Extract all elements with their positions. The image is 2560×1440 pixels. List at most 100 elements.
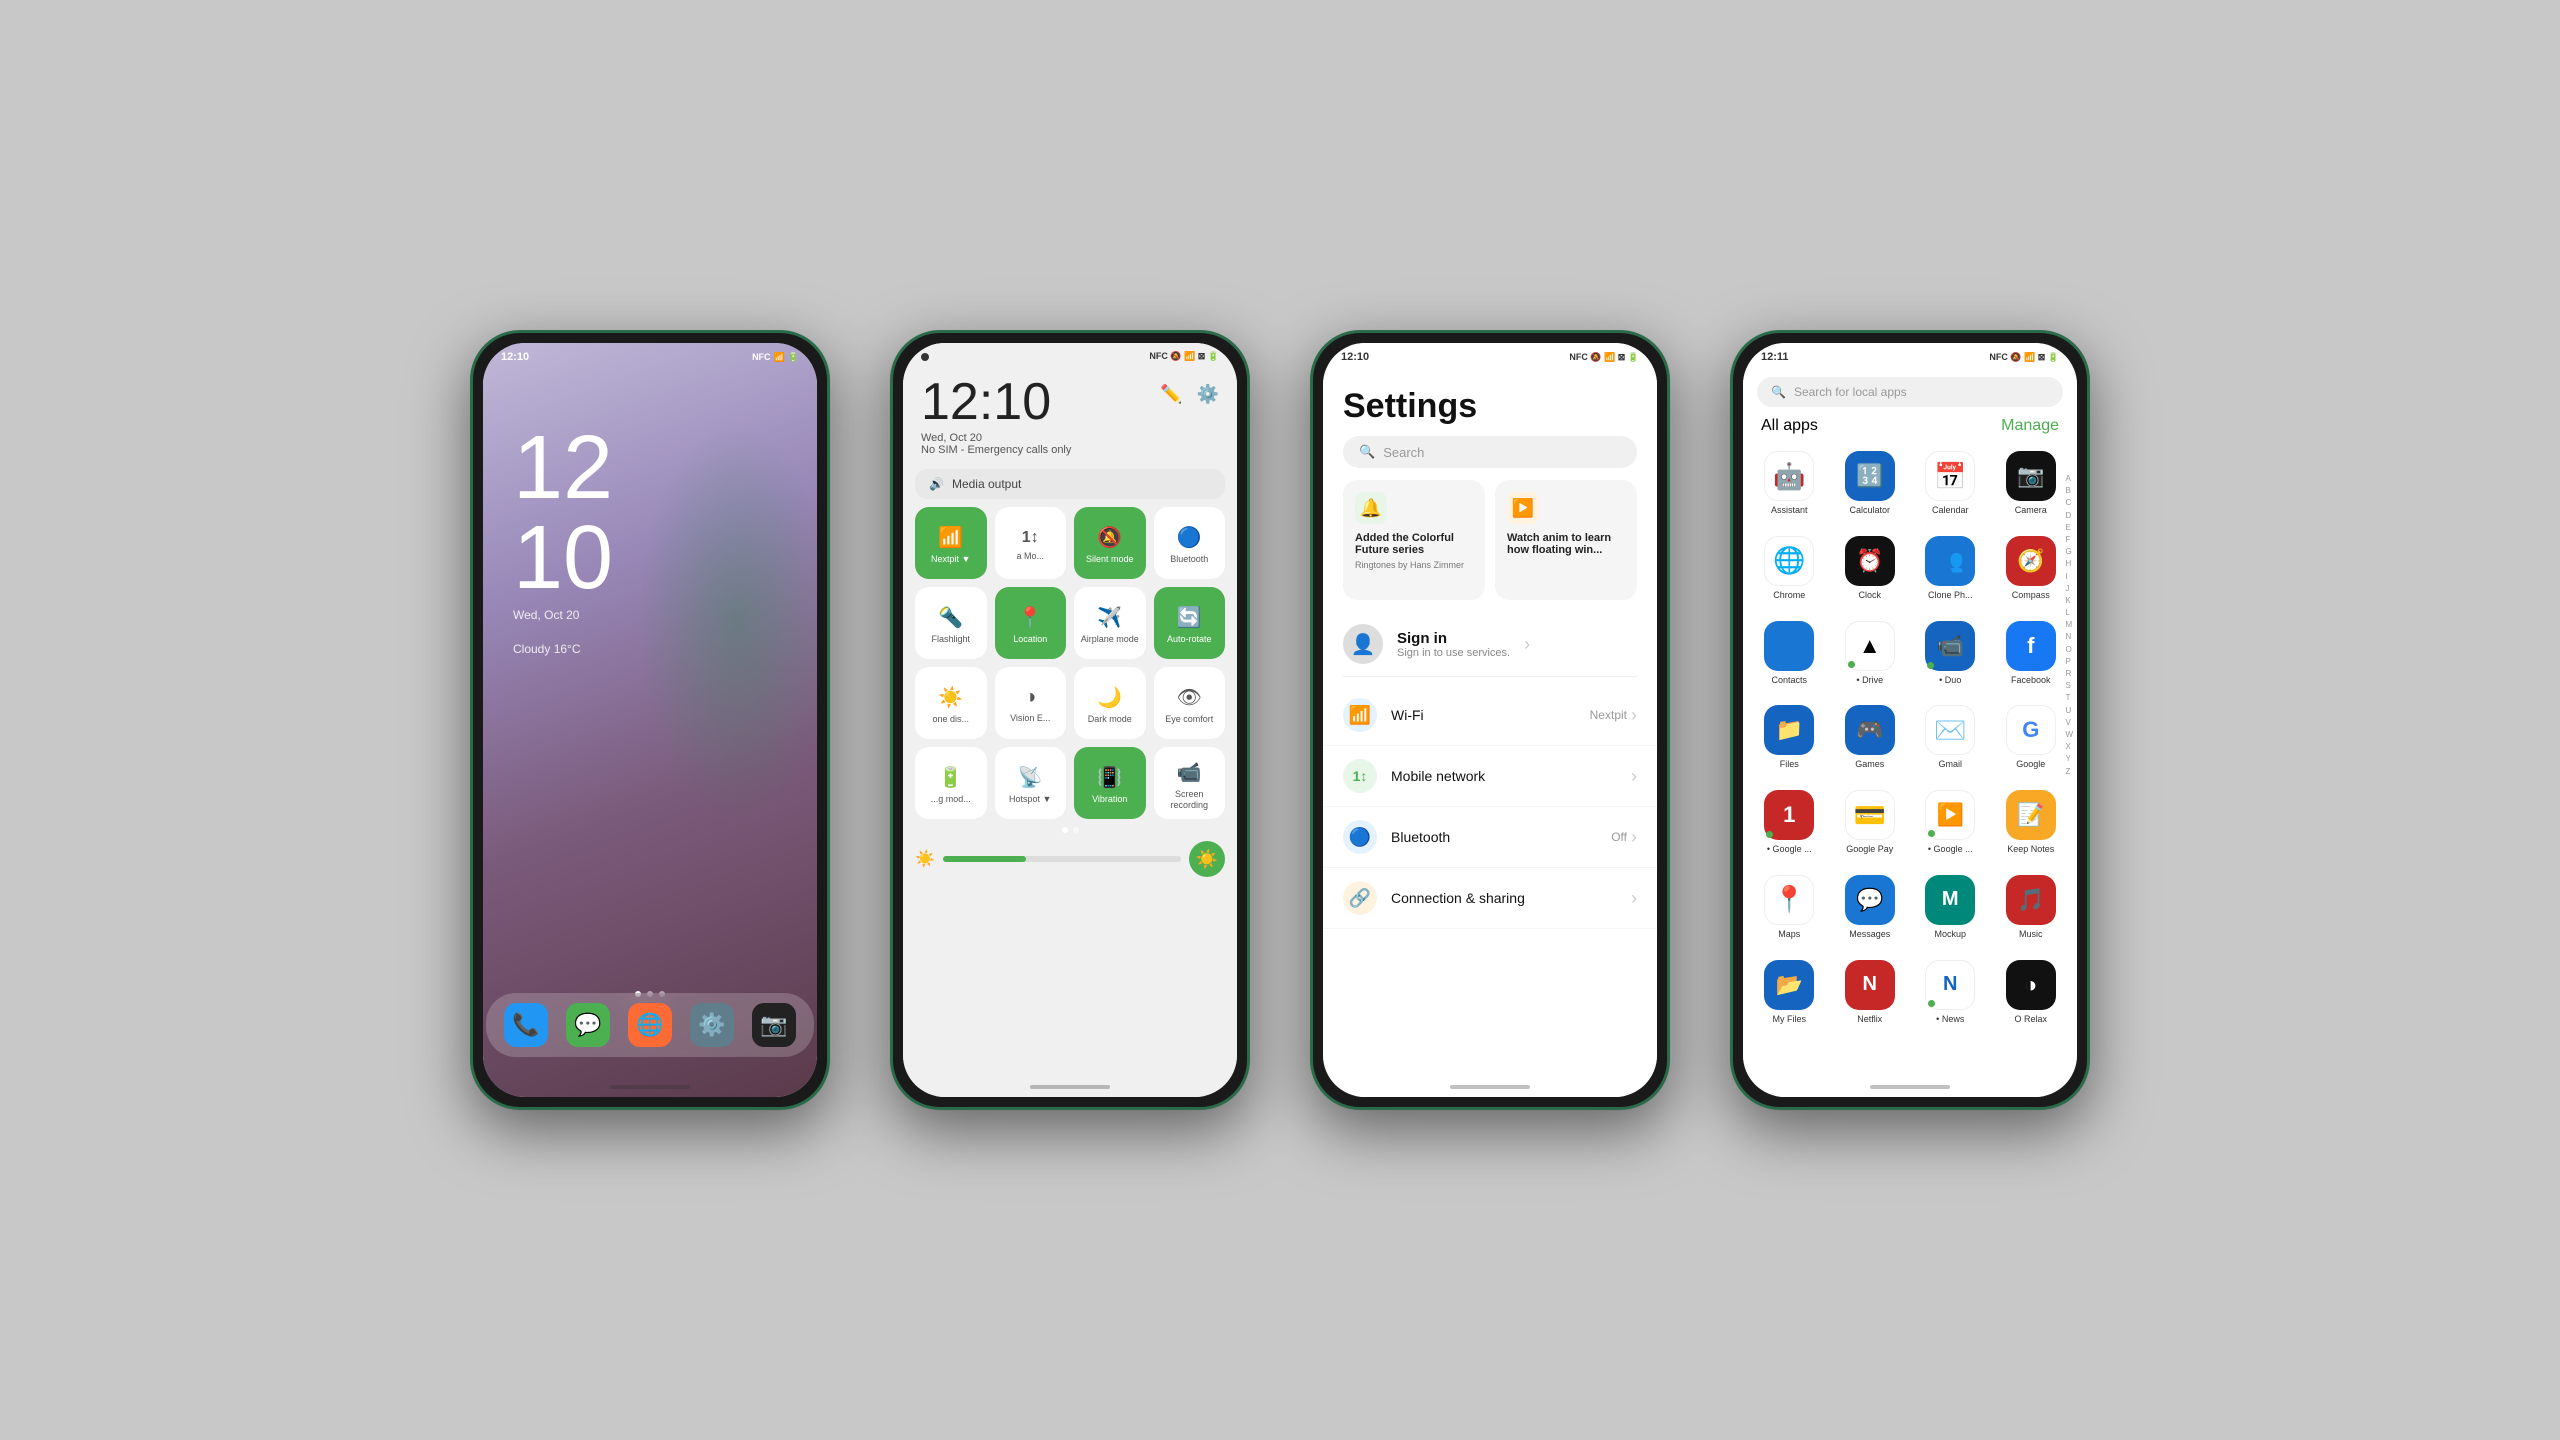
status-icons-phone1: NFC 📶 🔋 [752,352,799,363]
app-netflix[interactable]: N Netflix [1832,952,1909,1033]
sharing-row-icon: 🔗 [1343,881,1377,915]
app-mockup[interactable]: M Mockup [1912,867,1989,948]
app-camera[interactable]: 📷 Camera [1993,443,2070,524]
app-google-pay[interactable]: 💳 Google Pay [1832,782,1909,863]
status-icons-phone4: NFC 🔕 📶 ⊠ 🔋 [1989,352,2059,363]
chevron-right-sharing [1631,888,1637,909]
cc-time: 12:10 [921,376,1071,428]
sharing-row-value [1631,888,1637,909]
app-contacts[interactable]: 👤 Contacts [1751,613,1828,694]
tile-display[interactable]: ☀️ one dis... [915,667,987,739]
clock-minute: 10 [513,513,613,603]
tile-airplane[interactable]: ✈️ Airplane mode [1074,587,1146,659]
app-google[interactable]: G Google [1993,697,2070,778]
vision-icon: ◑ [1024,686,1036,709]
settings-card-anim[interactable]: ▶️ Watch anim to learn how floating win.… [1495,480,1637,600]
dock-chrome[interactable]: 🌐 [628,1003,672,1047]
app-duo[interactable]: 📹 • Duo [1912,613,1989,694]
app-games[interactable]: 🎮 Games [1832,697,1909,778]
settings-row-bluetooth[interactable]: 🔵 Bluetooth Off [1323,807,1657,868]
apps-grid: 🤖 Assistant 🔢 Calculator 📅 Calendar 📷 [1743,443,2077,1033]
dock-phone[interactable]: 📞 [504,1003,548,1047]
phone-3-settings: 12:10 NFC 🔕 📶 ⊠ 🔋 Settings 🔍 Search 🔔 Ad… [1310,330,1670,1110]
card-sub-ringtone: Ringtones by Hans Zimmer [1355,560,1473,570]
cc-header: 12:10 Wed, Oct 20 No SIM - Emergency cal… [903,366,1237,461]
tile-vibration[interactable]: 📳 Vibration [1074,747,1146,819]
app-clone-phone[interactable]: 👥 Clone Ph... [1912,528,1989,609]
settings-screen: 12:10 NFC 🔕 📶 ⊠ 🔋 Settings 🔍 Search 🔔 Ad… [1323,343,1657,1097]
time-phone3: 12:10 [1341,351,1369,363]
nav-bar-settings [1450,1085,1530,1089]
tile-vision[interactable]: ◑ Vision E... [995,667,1067,739]
tile-battery[interactable]: 🔋 ...g mod... [915,747,987,819]
brightness-control[interactable]: ☀️ ☀️ [915,841,1225,877]
mobile-row-label: Mobile network [1391,768,1617,784]
tile-hotspot[interactable]: 📡 Hotspot ▼ [995,747,1067,819]
sign-in-text: Sign in Sign in to use services. [1397,630,1510,659]
home-clock: 12 10 [513,423,613,603]
cc-date: Wed, Oct 20 [921,432,1071,444]
app-chrome[interactable]: 🌐 Chrome [1751,528,1828,609]
settings-search-bar[interactable]: 🔍 Search [1343,436,1637,468]
app-compass[interactable]: 🧭 Compass [1993,528,2070,609]
settings-row-wifi[interactable]: 📶 Wi-Fi Nextpit [1323,685,1657,746]
app-files[interactable]: 📁 Files [1751,697,1828,778]
tile-location[interactable]: 📍 Location [995,587,1067,659]
settings-card-ringtone[interactable]: 🔔 Added the Colorful Future series Ringt… [1343,480,1485,600]
decorative-wave [637,423,817,823]
apps-search-placeholder: Search for local apps [1794,385,1907,399]
cc-header-icons: ✏️ ⚙️ [1160,384,1219,405]
app-calculator[interactable]: 🔢 Calculator [1832,443,1909,524]
app-assistant[interactable]: 🤖 Assistant [1751,443,1828,524]
sign-in-title: Sign in [1397,630,1510,647]
control-center-screen: NFC 🔕 📶 ⊠ 🔋 12:10 Wed, Oct 20 No SIM - E… [903,343,1237,1097]
app-gmail[interactable]: ✉️ Gmail [1912,697,1989,778]
edit-icon[interactable]: ✏️ [1160,384,1182,405]
app-calendar[interactable]: 📅 Calendar [1912,443,1989,524]
tile-darkmode[interactable]: 🌙 Dark mode [1074,667,1146,739]
app-maps[interactable]: 📍 Maps [1751,867,1828,948]
bt-row-icon: 🔵 [1343,820,1377,854]
app-my-files[interactable]: 📂 My Files [1751,952,1828,1033]
app-messages[interactable]: 💬 Messages [1832,867,1909,948]
media-output-bar[interactable]: 🔊 Media output [915,469,1225,499]
eye-icon: 👁 [1177,685,1202,710]
status-bar-phone4: 12:11 NFC 🔕 📶 ⊠ 🔋 [1743,343,2077,367]
nav-bar-apps [1870,1085,1950,1089]
dock-messages[interactable]: 💬 [566,1003,610,1047]
card-icon-anim: ▶️ [1507,492,1539,524]
dock-settings[interactable]: ⚙️ [690,1003,734,1047]
app-o-relax[interactable]: ◑ O Relax [1993,952,2070,1033]
apps-search-bar[interactable]: 🔍 Search for local apps [1757,377,2063,407]
brightness-icon: ☀️ [1196,849,1218,870]
sign-in-row[interactable]: 👤 Sign in Sign in to use services. [1343,612,1637,677]
dock-camera[interactable]: 📷 [752,1003,796,1047]
settings-row-sharing[interactable]: 🔗 Connection & sharing [1323,868,1657,929]
app-google-one[interactable]: 1 • Google ... [1751,782,1828,863]
status-bar-phone2: NFC 🔕 📶 ⊠ 🔋 [903,343,1237,366]
vibration-icon: 📳 [1097,765,1122,790]
tile-silent[interactable]: 🔕 Silent mode [1074,507,1146,579]
brightness-bar[interactable] [943,856,1181,862]
wifi-row-value: Nextpit [1590,705,1637,726]
manage-label[interactable]: Manage [2001,417,2059,435]
tile-eyecomfort[interactable]: 👁 Eye comfort [1154,667,1226,739]
tile-bluetooth[interactable]: 🔵 Bluetooth [1154,507,1226,579]
app-keep-notes[interactable]: 📝 Keep Notes [1993,782,2070,863]
app-google-play[interactable]: ▶️ • Google ... [1912,782,1989,863]
alphabet-sidebar: A B C D E F G H I J K L M N O P R S T U [2065,473,2073,777]
settings-icon[interactable]: ⚙️ [1197,384,1219,405]
tile-screenrecord[interactable]: 📹 Screen recording [1154,747,1226,819]
mobile-row-value [1631,766,1637,787]
settings-row-mobile[interactable]: 1↕ Mobile network [1323,746,1657,807]
app-drive[interactable]: ▲ • Drive [1832,613,1909,694]
brightness-button[interactable]: ☀️ [1189,841,1225,877]
tile-flashlight[interactable]: 🔦 Flashlight [915,587,987,659]
app-music[interactable]: 🎵 Music [1993,867,2070,948]
tile-wifi[interactable]: 📶 Nextpit ▼ [915,507,987,579]
tile-network[interactable]: 1↕ a Mo... [995,507,1067,579]
app-news[interactable]: N • News [1912,952,1989,1033]
tile-autorotate[interactable]: 🔄 Auto-rotate [1154,587,1226,659]
app-facebook[interactable]: f Facebook [1993,613,2070,694]
app-clock[interactable]: ⏰ Clock [1832,528,1909,609]
